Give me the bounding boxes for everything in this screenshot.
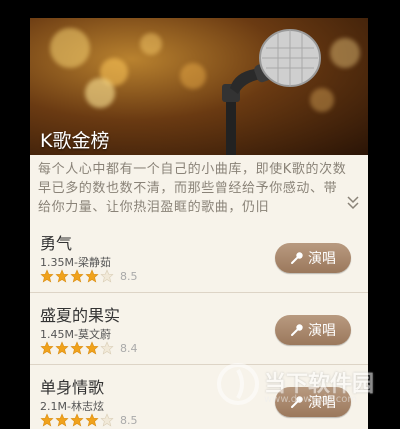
star-filled-icon xyxy=(55,269,69,283)
microphone-icon xyxy=(291,396,303,408)
star-filled-icon xyxy=(40,413,54,427)
star-rating: 8.5 xyxy=(40,269,138,283)
star-filled-icon xyxy=(85,269,99,283)
app-screen: K歌金榜 每个人心中都有一个自己的小曲库，即使K歌的次数早已多的数也数不清，而那… xyxy=(30,18,368,429)
microphone-icon xyxy=(291,324,303,336)
song-title: 勇气 xyxy=(40,234,73,253)
star-filled-icon xyxy=(85,341,99,355)
song-meta: 2.1M-林志炫 xyxy=(40,400,104,413)
list-item[interactable]: 单身情歌 2.1M-林志炫 8.5 演唱 xyxy=(30,365,368,429)
sing-button-label: 演唱 xyxy=(308,323,336,339)
star-filled-icon xyxy=(85,413,99,427)
sing-button[interactable]: 演唱 xyxy=(275,243,351,273)
sing-button[interactable]: 演唱 xyxy=(275,387,351,417)
description-panel[interactable]: 每个人心中都有一个自己的小曲库，即使K歌的次数早已多的数也数不清，而那些曾经给予… xyxy=(30,155,368,222)
star-filled-icon xyxy=(55,341,69,355)
chevron-double-down-icon[interactable] xyxy=(346,195,360,211)
list-item[interactable]: 勇气 1.35M-梁静茹 8.5 演唱 xyxy=(30,221,368,293)
star-empty-icon xyxy=(100,341,114,355)
star-rating: 8.5 xyxy=(40,413,138,427)
star-filled-icon xyxy=(70,413,84,427)
rating-score: 8.5 xyxy=(120,413,138,427)
star-empty-icon xyxy=(100,413,114,427)
star-filled-icon xyxy=(40,341,54,355)
sing-button-label: 演唱 xyxy=(308,395,336,411)
description-text: 每个人心中都有一个自己的小曲库，即使K歌的次数早已多的数也数不清，而那些曾经给予… xyxy=(38,162,347,215)
song-title: 单身情歌 xyxy=(40,378,105,397)
star-filled-icon xyxy=(70,269,84,283)
song-meta: 1.35M-梁静茹 xyxy=(40,256,111,269)
star-filled-icon xyxy=(55,413,69,427)
sing-button-label: 演唱 xyxy=(308,251,336,267)
star-empty-icon xyxy=(100,269,114,283)
banner: K歌金榜 xyxy=(30,18,368,155)
microphone-icon xyxy=(291,252,303,264)
sing-button[interactable]: 演唱 xyxy=(275,315,351,345)
banner-title: K歌金榜 xyxy=(40,130,110,152)
rating-score: 8.5 xyxy=(120,269,138,283)
song-meta: 1.45M-莫文蔚 xyxy=(40,328,111,341)
star-filled-icon xyxy=(70,341,84,355)
song-title: 盛夏的果实 xyxy=(40,306,121,325)
star-rating: 8.4 xyxy=(40,341,138,355)
rating-score: 8.4 xyxy=(120,341,138,355)
star-filled-icon xyxy=(40,269,54,283)
list-item[interactable]: 盛夏的果实 1.45M-莫文蔚 8.4 演唱 xyxy=(30,293,368,365)
song-list: 勇气 1.35M-梁静茹 8.5 演唱 盛夏的果实 1.45M-莫文蔚 8.4 … xyxy=(30,221,368,429)
